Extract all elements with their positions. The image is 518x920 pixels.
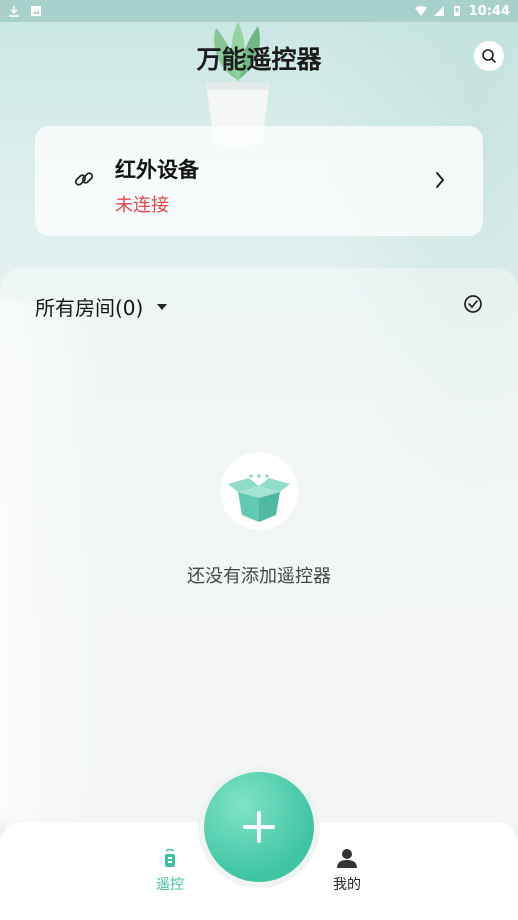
rooms-panel xyxy=(0,268,518,828)
check-circle-icon[interactable] xyxy=(463,294,483,314)
signal-icon xyxy=(433,6,444,16)
chevron-right-icon xyxy=(436,172,445,188)
nav-item-remote[interactable]: 遥控 xyxy=(140,848,200,894)
wifi-icon xyxy=(414,6,427,16)
room-selector-label: 所有房间(0) xyxy=(35,296,144,320)
caret-down-icon xyxy=(157,303,168,310)
plus-icon xyxy=(243,811,275,843)
room-selector[interactable]: 所有房间(0) xyxy=(35,292,168,321)
empty-state-message: 还没有添加遥控器 xyxy=(187,566,331,587)
device-status: 未连接 xyxy=(115,195,169,216)
add-remote-button[interactable] xyxy=(204,772,314,882)
remote-icon xyxy=(165,848,175,867)
person-icon xyxy=(337,849,357,868)
nav-label-mine: 我的 xyxy=(333,877,361,893)
nav-label-remote: 遥控 xyxy=(156,877,184,893)
battery-icon xyxy=(453,6,460,16)
page-title: 万能遥控器 xyxy=(196,45,322,74)
status-time: 10:44 xyxy=(468,3,510,19)
search-icon xyxy=(482,49,496,63)
search-button[interactable] xyxy=(474,41,504,71)
nav-item-mine[interactable]: 我的 xyxy=(317,848,377,894)
status-bar: 10:44 xyxy=(0,0,518,22)
image-icon xyxy=(31,6,41,16)
link-icon xyxy=(74,172,94,186)
ir-device-card[interactable]: 红外设备 未连接 xyxy=(35,126,483,236)
device-name: 红外设备 xyxy=(115,158,199,182)
empty-box-icon xyxy=(220,452,298,530)
download-icon xyxy=(9,6,19,17)
